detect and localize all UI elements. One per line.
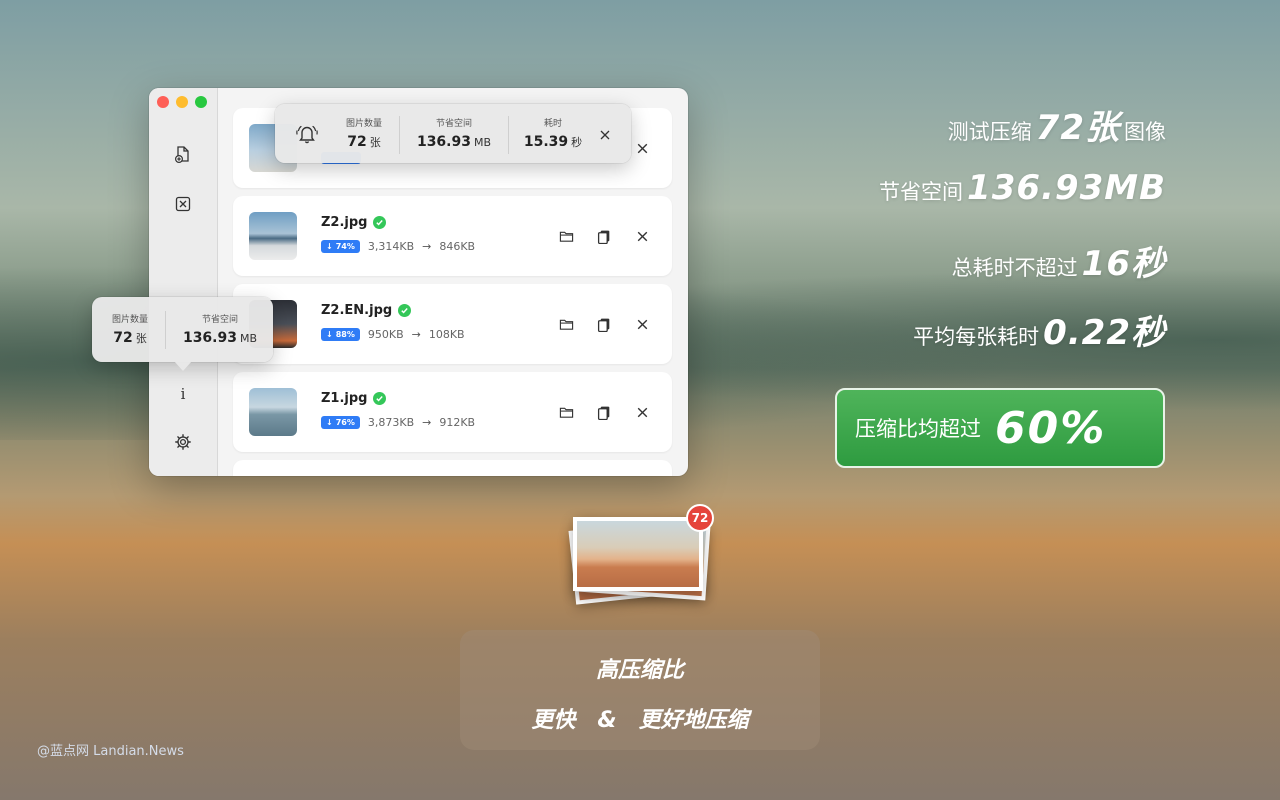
dismiss-popover-button[interactable]: [598, 127, 612, 141]
percent-badge: ↓ 88%: [321, 328, 360, 341]
watermark: @蓝点网 Landian.News: [37, 744, 184, 759]
minimize-window-button[interactable]: [176, 96, 188, 108]
file-name: Z1.jpg: [321, 391, 387, 406]
photo-stack-front: [573, 517, 703, 591]
close-icon: [637, 407, 647, 417]
file-name: Z2.EN.jpg: [321, 303, 412, 318]
gear-icon: [175, 434, 191, 450]
file-row[interactable]: Z1.jpg ↓ 76% 3,873KB → 912KB: [233, 372, 672, 452]
info-button[interactable]: i: [171, 382, 195, 406]
headline-average-time: 平均每张耗时 0.22秒: [913, 313, 1166, 353]
compression-ratio-banner: 压缩比均超过 60%: [835, 388, 1165, 468]
headline-total-time: 总耗时不超过 16秒: [951, 244, 1166, 284]
saved-space-stat: 节省空间 136.93 MB: [182, 315, 258, 346]
reveal-folder-button[interactable]: [556, 314, 576, 334]
sidebar: i: [149, 88, 218, 476]
popover-arrow: [174, 361, 192, 371]
add-file-button[interactable]: [171, 142, 195, 166]
copy-icon: [597, 406, 609, 420]
close-icon: [637, 319, 647, 329]
file-row[interactable]: [233, 460, 672, 476]
size-before: 3,873KB: [367, 416, 415, 429]
window-controls: [157, 96, 207, 108]
size-before: 950KB: [367, 328, 404, 341]
image-count-stat: 图片数量 72 张: [345, 119, 382, 150]
tagline-line-1: 高压缩比: [595, 658, 684, 683]
close-window-button[interactable]: [157, 96, 169, 108]
clear-list-button[interactable]: [171, 192, 195, 216]
headline-count: 测试压缩 72张 图像: [947, 108, 1166, 148]
percent-badge: ↓ 76%: [321, 416, 360, 429]
tagline-line-2: 更快 & 更好地压缩: [531, 708, 749, 733]
file-meta: ↓ 74% 3,314KB → 846KB: [321, 240, 475, 253]
arrow-right-icon: →: [422, 240, 432, 253]
copy-button[interactable]: [594, 402, 614, 422]
size-after: 846KB: [439, 240, 476, 253]
folder-icon: [559, 407, 573, 418]
clear-icon: [175, 196, 191, 212]
arrow-right-icon: →: [422, 416, 432, 429]
size-before: 3,314KB: [367, 240, 415, 253]
headline-saved: 节省空间 136.93MB: [879, 168, 1166, 208]
file-meta: ↓ 88% 950KB → 108KB: [321, 328, 465, 341]
remove-button[interactable]: [632, 226, 652, 246]
reveal-folder-button[interactable]: [556, 402, 576, 422]
add-file-icon: [175, 146, 189, 163]
file-thumbnail: [249, 212, 297, 260]
file-meta: ↓ 76% 3,873KB → 912KB: [321, 416, 475, 429]
file-name: Z2.jpg: [321, 215, 387, 230]
row-actions: [556, 402, 652, 422]
row-actions: [556, 226, 652, 246]
size-after: 912KB: [439, 416, 476, 429]
elapsed-time-stat: 耗时 15.39 秒: [523, 119, 583, 150]
copy-button[interactable]: [594, 226, 614, 246]
tagline-card: 高压缩比 更快 & 更好地压缩: [460, 630, 820, 750]
remove-button[interactable]: [632, 138, 652, 158]
check-icon: [373, 392, 387, 405]
count-badge: 72: [686, 504, 714, 532]
summary-popover: 图片数量 72 张 节省空间 136.93 MB 耗时 15.39 秒: [275, 104, 631, 163]
folder-icon: [559, 319, 573, 330]
saved-space-stat: 节省空间 136.93 MB: [416, 119, 492, 150]
remove-button[interactable]: [632, 314, 652, 334]
reveal-folder-button[interactable]: [556, 226, 576, 246]
close-icon: [637, 231, 647, 241]
close-icon: [600, 130, 610, 140]
row-actions: [556, 314, 652, 334]
arrow-right-icon: →: [411, 328, 421, 341]
percent-badge: ↓ 74%: [321, 240, 360, 253]
check-icon: [398, 304, 412, 317]
file-thumbnail: [249, 388, 297, 436]
info-icon: i: [180, 385, 186, 403]
info-popover: 图片数量 72 张 节省空间 136.93 MB: [92, 297, 273, 371]
size-after: 108KB: [428, 328, 465, 341]
settings-button[interactable]: [171, 430, 195, 454]
copy-icon: [597, 230, 609, 244]
copy-button[interactable]: [594, 314, 614, 334]
file-row[interactable]: Z2.jpg ↓ 74% 3,314KB → 846KB: [233, 196, 672, 276]
check-icon: [373, 216, 387, 229]
remove-button[interactable]: [632, 402, 652, 422]
bell-icon: [295, 123, 319, 145]
zoom-window-button[interactable]: [195, 96, 207, 108]
image-count-stat: 图片数量 72 张: [111, 315, 148, 346]
folder-icon: [559, 231, 573, 242]
close-icon: [637, 143, 647, 153]
file-row[interactable]: Z2.EN.jpg ↓ 88% 950KB → 108KB: [233, 284, 672, 364]
copy-icon: [597, 318, 609, 332]
